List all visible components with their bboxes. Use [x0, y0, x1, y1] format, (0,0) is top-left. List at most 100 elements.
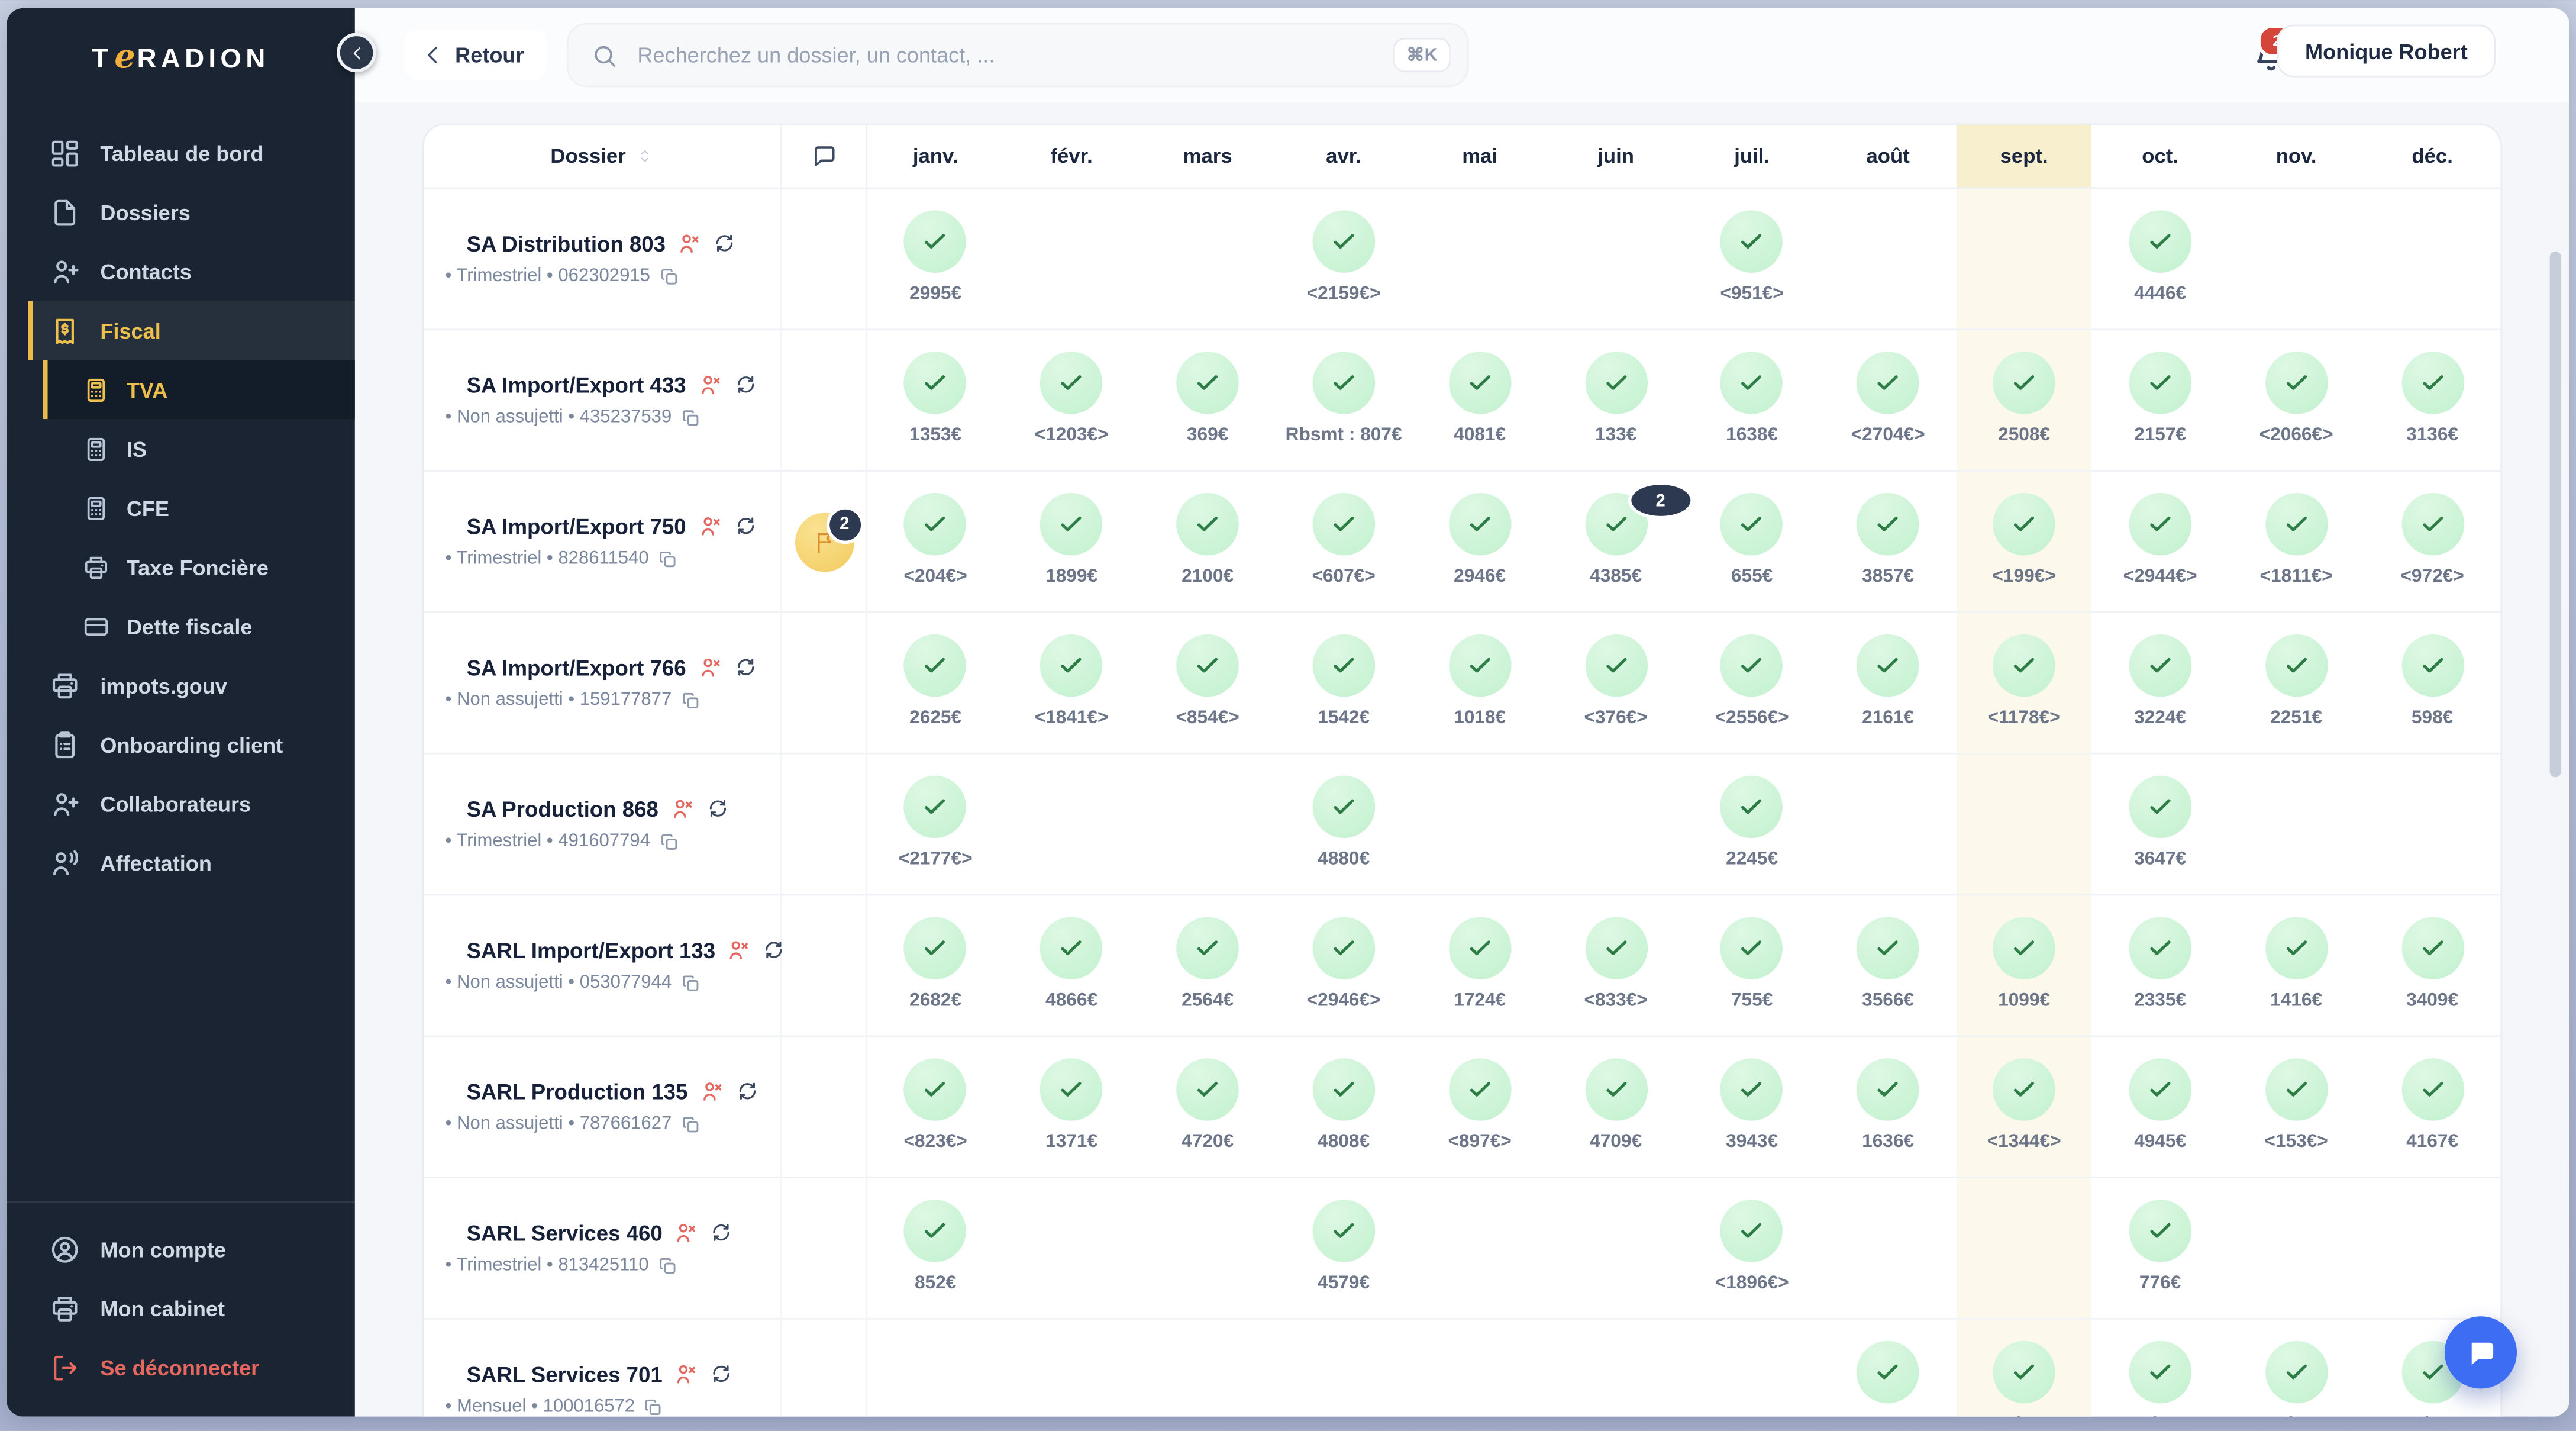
- search-input[interactable]: [634, 41, 1377, 69]
- status-check-circle[interactable]: [2401, 634, 2464, 697]
- sidebar-item-mon-cabinet[interactable]: Mon cabinet: [7, 1278, 355, 1337]
- status-check-circle[interactable]: [1993, 634, 2055, 697]
- dossier-cell[interactable]: SARL Services 460• Trimestriel • 8134251…: [424, 1178, 782, 1318]
- refresh-icon[interactable]: [734, 514, 757, 537]
- status-check-circle[interactable]: [1176, 634, 1239, 697]
- column-header-dossier[interactable]: Dossier: [424, 125, 782, 188]
- status-check-circle[interactable]: [1720, 634, 1783, 697]
- status-check-circle[interactable]: [1720, 352, 1783, 414]
- status-check-circle[interactable]: [2129, 1058, 2191, 1121]
- status-check-circle[interactable]: [2265, 352, 2328, 414]
- copy-icon[interactable]: [643, 1396, 664, 1417]
- person-x-icon[interactable]: [698, 372, 722, 397]
- status-check-circle[interactable]: [1448, 493, 1511, 556]
- chat-widget-button[interactable]: [2445, 1316, 2517, 1388]
- status-check-circle[interactable]: [1312, 917, 1375, 979]
- refresh-icon[interactable]: [735, 1079, 758, 1103]
- sidebar-item-is[interactable]: IS: [7, 419, 355, 478]
- status-check-circle[interactable]: [904, 776, 967, 839]
- sidebar-item-taxe-fonciere[interactable]: Taxe Foncière: [7, 537, 355, 597]
- status-check-circle[interactable]: [1720, 917, 1783, 979]
- status-check-circle[interactable]: [1857, 917, 1919, 979]
- person-x-icon[interactable]: [699, 1079, 724, 1104]
- status-check-circle[interactable]: [2129, 493, 2191, 556]
- status-check-circle[interactable]: [2401, 1058, 2464, 1121]
- status-check-circle[interactable]: [1584, 634, 1647, 697]
- status-check-circle[interactable]: [1584, 352, 1647, 414]
- dossier-cell[interactable]: SARL Production 135• Non assujetti • 787…: [424, 1037, 782, 1177]
- dossier-cell[interactable]: SA Distribution 803• Trimestriel • 06230…: [424, 189, 782, 328]
- status-check-circle[interactable]: [2401, 917, 2464, 979]
- person-x-icon[interactable]: [698, 655, 722, 680]
- status-check-circle[interactable]: [1176, 917, 1239, 979]
- sidebar-item-onboarding-client[interactable]: Onboarding client: [7, 715, 355, 774]
- sidebar-item-cfe[interactable]: CFE: [7, 478, 355, 537]
- copy-icon[interactable]: [658, 265, 680, 286]
- status-check-circle[interactable]: [2265, 493, 2328, 556]
- sidebar-item-tva[interactable]: TVA: [43, 360, 355, 419]
- status-check-circle[interactable]: [904, 210, 967, 273]
- status-check-circle[interactable]: [1993, 352, 2055, 414]
- dossier-cell[interactable]: SARL Services 701• Mensuel • 100016572: [424, 1320, 782, 1417]
- status-check-circle[interactable]: [904, 1058, 967, 1121]
- person-x-icon[interactable]: [674, 1220, 699, 1245]
- status-check-circle[interactable]: [2129, 1341, 2191, 1404]
- status-check-circle[interactable]: [2401, 352, 2464, 414]
- status-check-circle[interactable]: [2265, 1058, 2328, 1121]
- copy-icon[interactable]: [680, 407, 701, 428]
- status-check-circle[interactable]: [904, 1200, 967, 1262]
- status-check-circle[interactable]: [904, 493, 967, 556]
- sidebar-item-mon-compte[interactable]: Mon compte: [7, 1219, 355, 1278]
- status-check-circle[interactable]: [1040, 493, 1103, 556]
- status-check-circle[interactable]: [2401, 493, 2464, 556]
- status-check-circle[interactable]: [1584, 1058, 1647, 1121]
- status-check-circle[interactable]: [1857, 1341, 1919, 1404]
- status-check-circle[interactable]: [1720, 1058, 1783, 1121]
- status-check-circle[interactable]: [1448, 634, 1511, 697]
- status-check-circle[interactable]: [1857, 493, 1919, 556]
- refresh-icon[interactable]: [734, 373, 757, 396]
- dossier-cell[interactable]: SA Import/Export 433• Non assujetti • 43…: [424, 330, 782, 470]
- sidebar-collapse-button[interactable]: [337, 33, 376, 73]
- status-check-circle[interactable]: [1040, 352, 1103, 414]
- sidebar-item-contacts[interactable]: Contacts: [7, 241, 355, 301]
- status-check-circle[interactable]: [1040, 1058, 1103, 1121]
- person-x-icon[interactable]: [698, 514, 722, 539]
- vertical-scrollbar[interactable]: [2550, 252, 2561, 778]
- status-check-circle[interactable]: [1857, 634, 1919, 697]
- status-check-circle[interactable]: [904, 352, 967, 414]
- copy-icon[interactable]: [680, 689, 701, 711]
- status-check-circle[interactable]: [2129, 634, 2191, 697]
- refresh-icon[interactable]: [734, 656, 757, 679]
- status-check-circle[interactable]: [1448, 917, 1511, 979]
- person-x-icon[interactable]: [670, 796, 695, 821]
- status-check-circle[interactable]: [1040, 634, 1103, 697]
- dossier-cell[interactable]: SARL Import/Export 133• Non assujetti • …: [424, 895, 782, 1035]
- status-check-circle[interactable]: [1584, 917, 1647, 979]
- dossier-cell[interactable]: SA Import/Export 750• Trimestriel • 8286…: [424, 472, 782, 611]
- copy-icon[interactable]: [657, 1255, 679, 1276]
- copy-icon[interactable]: [680, 1113, 701, 1135]
- user-menu-button[interactable]: Monique Robert: [2277, 25, 2496, 78]
- back-button[interactable]: Retour: [404, 30, 547, 80]
- search-bar[interactable]: ⌘K: [567, 23, 1468, 87]
- sidebar-item-dossiers[interactable]: Dossiers: [7, 182, 355, 241]
- status-check-circle[interactable]: [1857, 1058, 1919, 1121]
- person-x-icon[interactable]: [727, 937, 752, 962]
- status-check-circle[interactable]: [1993, 1058, 2055, 1121]
- status-check-circle[interactable]: [1312, 634, 1375, 697]
- refresh-icon[interactable]: [706, 797, 729, 820]
- dossier-cell[interactable]: SA Production 868• Trimestriel • 4916077…: [424, 755, 782, 894]
- sidebar-item-collaborateurs[interactable]: Collaborateurs: [7, 774, 355, 833]
- sidebar-item-dette-fiscale[interactable]: Dette fiscale: [7, 597, 355, 656]
- status-check-circle[interactable]: [1312, 210, 1375, 273]
- person-x-icon[interactable]: [674, 1362, 699, 1387]
- comment-bubble-button[interactable]: 2: [795, 512, 854, 571]
- sidebar-item-fiscal[interactable]: Fiscal: [28, 301, 355, 360]
- status-check-circle[interactable]: [1448, 1058, 1511, 1121]
- status-check-circle[interactable]: [2129, 210, 2191, 273]
- status-check-circle[interactable]: [2129, 352, 2191, 414]
- sidebar-item-tableau-de-bord[interactable]: Tableau de bord: [7, 123, 355, 182]
- sidebar-item-impots-gouv[interactable]: impots.gouv: [7, 656, 355, 715]
- status-check-circle[interactable]: [1720, 210, 1783, 273]
